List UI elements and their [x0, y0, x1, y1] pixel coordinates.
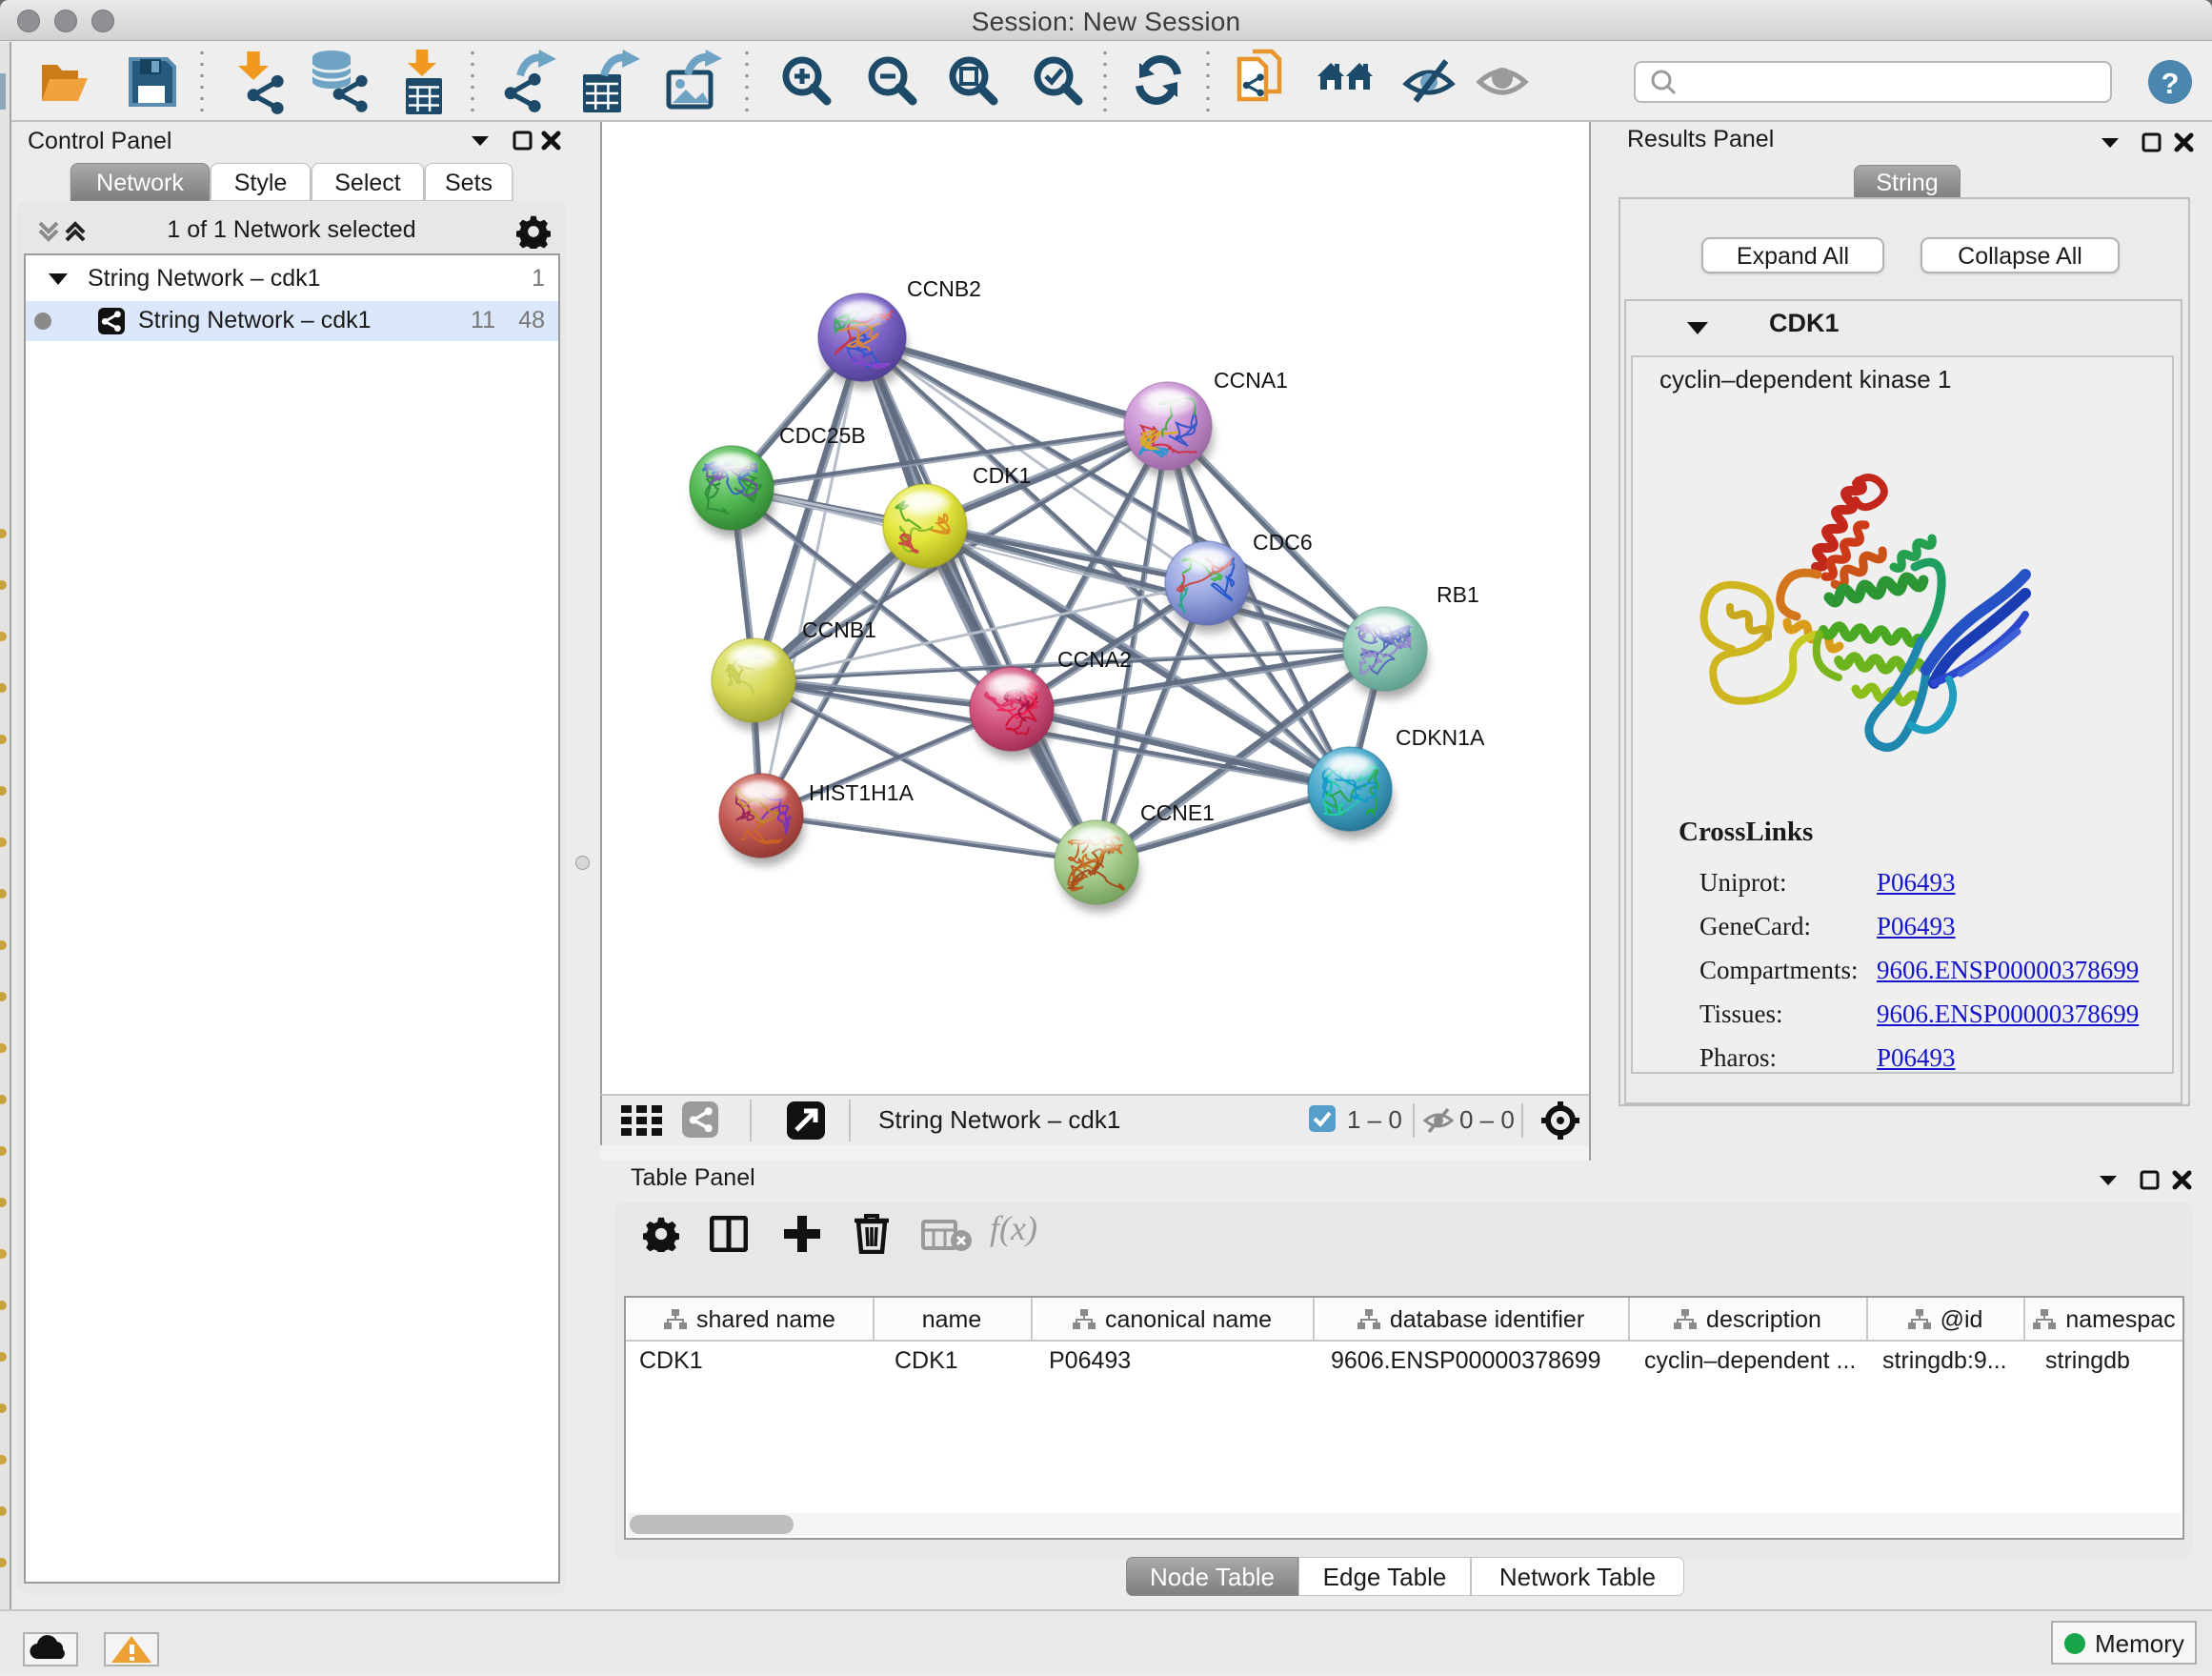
svg-text:CDC25B: CDC25B — [779, 423, 866, 448]
svg-text:?: ? — [2162, 67, 2180, 100]
svg-text:CCNA1: CCNA1 — [1214, 368, 1288, 393]
svg-text:CCNB1: CCNB1 — [802, 617, 876, 642]
svg-text:1 – 0: 1 – 0 — [1347, 1105, 1402, 1134]
svg-text:CDC6: CDC6 — [1253, 530, 1313, 555]
svg-text:CCNB2: CCNB2 — [907, 276, 981, 301]
svg-text:HIST1H1A: HIST1H1A — [809, 780, 915, 805]
svg-text:String Network – cdk1: String Network – cdk1 — [878, 1105, 1120, 1134]
svg-text:CDK1: CDK1 — [973, 463, 1031, 488]
svg-text:CCNE1: CCNE1 — [1140, 800, 1215, 825]
svg-text:CDKN1A: CDKN1A — [1396, 725, 1485, 750]
svg-text:RB1: RB1 — [1437, 582, 1479, 607]
svg-text:0 – 0: 0 – 0 — [1459, 1105, 1515, 1134]
svg-text:CCNA2: CCNA2 — [1057, 647, 1132, 672]
